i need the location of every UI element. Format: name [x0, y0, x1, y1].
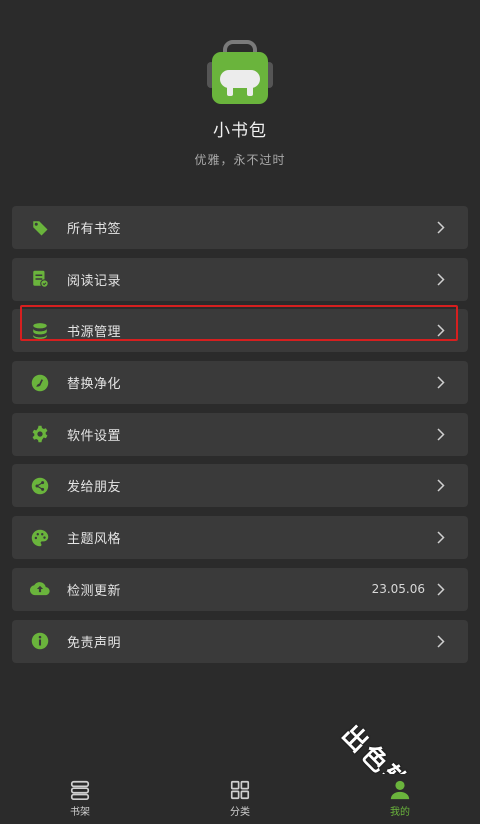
grid-icon: [230, 780, 250, 800]
menu-item-label: 软件设置: [67, 428, 122, 444]
menu-item-label: 免责声明: [67, 635, 122, 651]
menu-item-label: 发给朋友: [67, 480, 122, 496]
menu-item-replace-purify[interactable]: 替换净化: [12, 361, 468, 405]
reading-record-icon: [30, 269, 50, 289]
nav-tab-label: 分类: [230, 807, 250, 818]
chevron-right-icon: [437, 479, 447, 493]
share-icon: [30, 476, 50, 496]
chevron-right-icon: [437, 376, 447, 390]
chevron-right-icon: [437, 324, 447, 338]
app-tagline: 优雅，永不过时: [194, 153, 286, 167]
chevron-right-icon: [437, 272, 447, 286]
cloud-upload-icon: [30, 579, 50, 599]
person-icon: [390, 780, 410, 800]
palette-icon: [30, 528, 50, 548]
bottom-navigation: 书架 分类 我的: [0, 774, 480, 824]
menu-item-check-update[interactable]: 检测更新 23.05.06: [12, 567, 468, 611]
database-icon: [30, 321, 50, 341]
chevron-right-icon: [437, 582, 447, 596]
brush-icon: [30, 373, 50, 393]
menu-item-settings[interactable]: 软件设置: [12, 412, 468, 456]
menu-item-theme[interactable]: 主题风格: [12, 516, 468, 560]
tag-icon: [30, 218, 50, 238]
nav-tab-bookshelf[interactable]: 书架: [0, 774, 160, 824]
menu-item-disclaimer[interactable]: 免责声明: [12, 619, 468, 663]
menu-item-bookmarks[interactable]: 所有书签: [12, 206, 468, 249]
menu-item-share[interactable]: 发给朋友: [12, 464, 468, 508]
nav-tab-category[interactable]: 分类: [160, 774, 320, 824]
chevron-right-icon: [437, 427, 447, 441]
nav-tab-label: 我的: [390, 807, 410, 818]
menu-item-label: 阅读记录: [67, 273, 122, 289]
profile-header: 小书包 优雅，永不过时: [0, 0, 480, 200]
nav-tab-mine[interactable]: 我的: [320, 774, 480, 824]
bookshelf-icon: [70, 780, 90, 800]
menu-item-label: 替换净化: [67, 377, 122, 393]
menu-item-label: 所有书签: [67, 222, 122, 237]
app-name: 小书包: [213, 121, 267, 141]
menu-item-reading-history[interactable]: 阅读记录: [12, 257, 468, 301]
info-icon: [30, 631, 50, 651]
menu-item-label: 书源管理: [67, 325, 122, 341]
menu-item-label: 主题风格: [67, 532, 122, 548]
nav-tab-label: 书架: [70, 807, 90, 818]
chevron-right-icon: [437, 221, 447, 235]
version-value: 23.05.06: [371, 582, 425, 597]
menu-item-book-source[interactable]: 书源管理: [12, 305, 468, 353]
app-logo: [207, 40, 273, 104]
settings-menu: 所有书签 阅读记录 书源管理 替换净化 软件设置 发给朋友 主题风格 检测更新 …: [12, 206, 468, 671]
gear-icon: [30, 424, 50, 444]
chevron-right-icon: [437, 634, 447, 648]
chevron-right-icon: [437, 531, 447, 545]
menu-item-label: 检测更新: [67, 583, 122, 599]
